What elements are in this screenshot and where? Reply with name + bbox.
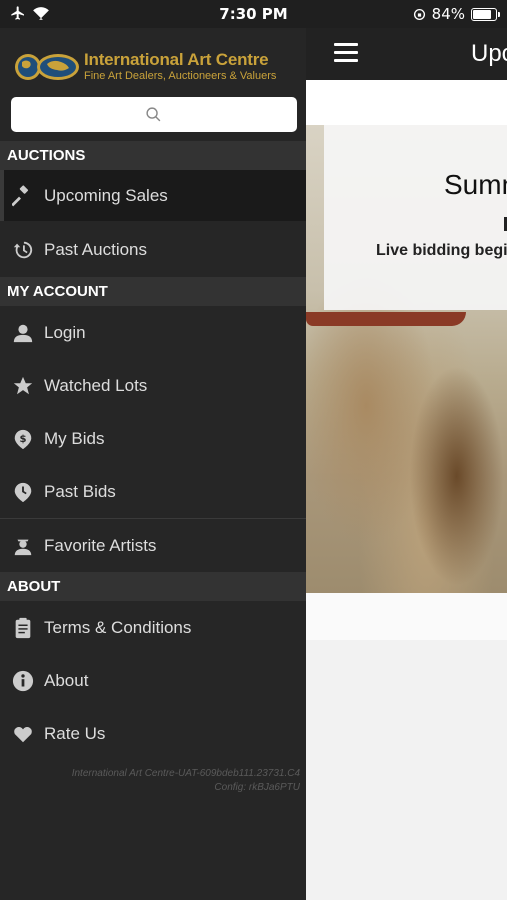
artist-icon — [11, 534, 35, 558]
menu-label-rate-us: Rate Us — [44, 723, 106, 743]
menu-label-past-bids: Past Bids — [44, 481, 116, 501]
menu-label-my-bids: My Bids — [44, 428, 105, 448]
menu-label-watched-lots: Watched Lots — [44, 375, 148, 395]
menu-item-terms[interactable]: Terms & Conditions — [0, 602, 306, 654]
main-nav-title: Upcoming Sales — [471, 40, 507, 67]
version-line-2: Config: rkBJa6PTU — [214, 782, 300, 793]
gavel-icon — [11, 184, 35, 208]
side-drawer: International Art Centre Fine Art Dealer… — [0, 28, 306, 900]
company-logo: International Art Centre Fine Art Dealer… — [14, 50, 304, 84]
main-lower-area — [306, 640, 507, 900]
section-my-account: MY ACCOUNT — [0, 277, 306, 306]
sale-banner-title: Summer — [444, 169, 507, 200]
sale-banner-subtitle: Live bidding begins — [376, 242, 507, 259]
menu-item-upcoming-sales[interactable]: Upcoming Sales — [0, 170, 306, 221]
version-line-1: International Art Centre-UAT-609bdeb111.… — [71, 768, 300, 779]
menu-item-about[interactable]: About — [0, 654, 306, 707]
section-about: ABOUT — [0, 572, 306, 601]
sale-banner-overlay: Summer Live bidding begins — [324, 125, 507, 310]
main-navbar: Upcoming Sales — [306, 28, 507, 80]
sale-banner-image[interactable]: Summer Live bidding begins — [306, 125, 507, 593]
menu-item-rate-us[interactable]: Rate Us — [0, 707, 306, 760]
menu-item-past-auctions[interactable]: Past Auctions — [0, 224, 306, 276]
version-info: International Art Centre-UAT-609bdeb111.… — [72, 767, 300, 795]
menu-label-past-auctions: Past Auctions — [44, 240, 148, 259]
battery-percent: 84% — [431, 5, 465, 23]
menu-item-favorite-artists[interactable]: Favorite Artists — [0, 519, 306, 572]
heart-icon — [11, 722, 35, 746]
globe-logo-icon — [15, 54, 79, 80]
clipboard-icon — [11, 616, 35, 640]
hamburger-menu-icon[interactable] — [334, 43, 358, 63]
menu-item-past-bids[interactable]: Past Bids — [0, 465, 306, 518]
svg-text:$: $ — [19, 433, 26, 444]
clock-pin-icon — [11, 480, 35, 504]
info-icon — [11, 669, 35, 693]
menu-label-login: Login — [44, 323, 86, 342]
menu-label-favorite-artists: Favorite Artists — [44, 535, 157, 555]
status-bar: 7:30 PM 84% — [0, 0, 507, 28]
main-screen: Upcoming Sales Summer Live bidding begin… — [306, 28, 507, 900]
orientation-lock-icon — [413, 8, 425, 20]
menu-item-my-bids[interactable]: $ My Bids — [0, 412, 306, 465]
painting-boat — [306, 312, 466, 326]
logo-tagline: Fine Art Dealers, Auctioneers & Valuers — [84, 70, 277, 82]
menu-label-upcoming-sales: Upcoming Sales — [44, 185, 168, 205]
star-icon — [11, 374, 35, 398]
menu-label-about: About — [44, 670, 89, 690]
section-auctions: AUCTIONS — [0, 141, 306, 170]
main-subheader — [306, 80, 507, 125]
history-icon — [11, 238, 35, 262]
menu-item-login[interactable]: Login — [0, 307, 306, 359]
menu-label-terms: Terms & Conditions — [44, 618, 192, 637]
search-icon — [146, 107, 161, 122]
menu-item-watched-lots[interactable]: Watched Lots — [0, 359, 306, 412]
search-input[interactable] — [11, 97, 297, 132]
user-icon — [11, 321, 35, 345]
status-right: 84% — [413, 5, 500, 23]
dollar-pin-icon: $ — [11, 427, 35, 451]
battery-icon — [471, 7, 500, 21]
logo-name: International Art Centre — [84, 50, 269, 69]
